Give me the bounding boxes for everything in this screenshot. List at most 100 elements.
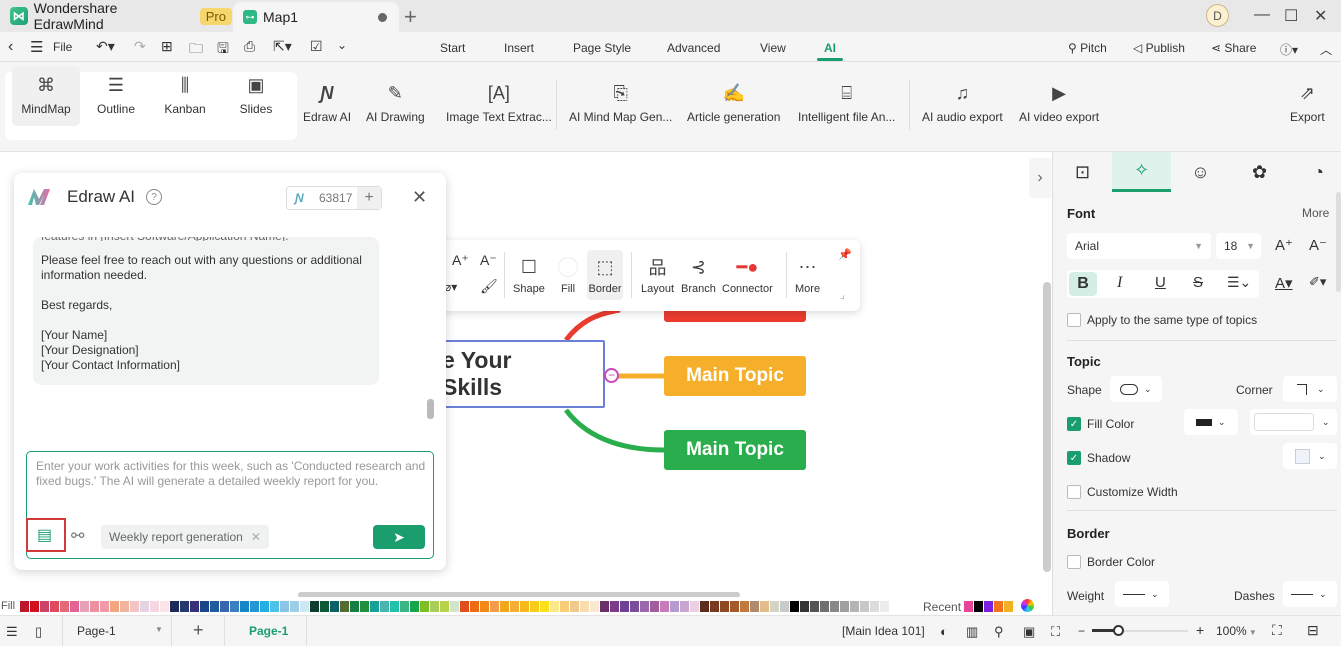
color-swatch[interactable] — [790, 601, 799, 612]
underline-button[interactable]: U — [1155, 274, 1166, 291]
color-swatch[interactable] — [480, 601, 489, 612]
user-avatar[interactable]: D — [1206, 4, 1229, 27]
fullscreen-icon[interactable]: ⛶ — [1272, 622, 1282, 639]
color-swatch[interactable] — [400, 601, 409, 612]
color-swatch[interactable] — [280, 601, 289, 612]
color-swatch[interactable] — [880, 601, 889, 612]
fill-color-picker[interactable]: ⌄ — [1184, 409, 1238, 435]
color-swatch[interactable] — [680, 601, 689, 612]
outline-nav-icon[interactable]: ☰ — [6, 624, 18, 640]
color-swatch[interactable] — [210, 601, 219, 612]
help-icon[interactable]: ⓘ▾ — [1280, 41, 1298, 58]
view-outline[interactable]: ☰ Outline — [82, 66, 150, 126]
collapse-right-panel-button[interactable]: › — [1029, 158, 1051, 198]
topic-shape-select[interactable]: ⌄ — [1110, 376, 1162, 402]
file-menu[interactable]: File — [53, 40, 72, 54]
color-swatch[interactable] — [390, 601, 399, 612]
color-swatch[interactable] — [840, 601, 849, 612]
color-swatch[interactable] — [470, 601, 479, 612]
hamburger-menu-icon[interactable]: ☰ — [30, 38, 43, 56]
color-swatch[interactable] — [820, 601, 829, 612]
pin-icon[interactable]: 📌 — [838, 248, 852, 261]
color-swatch[interactable] — [170, 601, 179, 612]
text-highlight-button[interactable]: ✐▾ — [1309, 274, 1326, 290]
ai-mindmap-gen-button[interactable]: ⎘ AI Mind Map Gen... — [569, 80, 672, 125]
color-swatch[interactable] — [160, 601, 169, 612]
canvas-vertical-scrollbar[interactable] — [1043, 282, 1051, 572]
tab-view[interactable]: View — [760, 41, 786, 55]
app-tab[interactable]: ⋈ Wondershare EdrawMind Pro — [0, 0, 232, 32]
color-swatch[interactable] — [440, 601, 449, 612]
color-swatch[interactable] — [410, 601, 419, 612]
zoom-level-select[interactable]: 100% ▼ — [1216, 624, 1257, 638]
zoom-in-button[interactable]: + — [1196, 622, 1204, 638]
zoom-slider-handle[interactable] — [1112, 625, 1124, 636]
color-swatch[interactable] — [520, 601, 529, 612]
article-generation-button[interactable]: ✍ Article generation — [687, 80, 780, 125]
color-swatch[interactable] — [670, 601, 679, 612]
ai-video-export-button[interactable]: ▶ AI video export — [1019, 80, 1099, 125]
close-ai-panel-button[interactable]: ✕ — [412, 187, 427, 208]
color-swatch[interactable] — [500, 601, 509, 612]
color-swatch[interactable] — [600, 601, 609, 612]
minimize-toolbar-icon[interactable]: ⌟ — [840, 290, 845, 301]
fill-color-checkbox[interactable]: ✓ — [1067, 417, 1081, 431]
color-swatch[interactable] — [40, 601, 49, 612]
shadow-checkbox[interactable]: ✓ — [1067, 451, 1081, 465]
checkin-icon[interactable]: ☑ — [310, 38, 323, 55]
color-swatch[interactable] — [550, 601, 559, 612]
edraw-ai-button[interactable]: Ɲ Edraw AI — [303, 80, 351, 125]
recent-color-swatch[interactable] — [964, 601, 973, 612]
color-swatch[interactable] — [580, 601, 589, 612]
color-swatch[interactable] — [850, 601, 859, 612]
color-swatch[interactable] — [860, 601, 869, 612]
zoom-slider-track[interactable] — [1092, 625, 1188, 636]
new-file-icon[interactable]: ⊞ — [161, 38, 173, 55]
align-button[interactable]: ☰⌄ — [1227, 274, 1251, 291]
redo-icon[interactable]: ↷ — [134, 38, 146, 55]
save-icon[interactable]: 🖫 — [217, 38, 229, 62]
color-swatch[interactable] — [560, 601, 569, 612]
view-kanban[interactable]: ⫼ Kanban — [151, 66, 219, 126]
border-dashes-select[interactable]: ⌄ — [1283, 581, 1337, 607]
tab-ai-style[interactable]: ✧ — [1112, 152, 1171, 192]
color-swatch[interactable] — [110, 601, 119, 612]
color-swatch[interactable] — [340, 601, 349, 612]
minimize-button[interactable]: — — [1254, 6, 1270, 24]
color-swatch[interactable] — [270, 601, 279, 612]
border-weight-select[interactable]: ⌄ — [1115, 581, 1169, 607]
layout-button[interactable]: 品 Layout — [641, 255, 674, 295]
color-swatch[interactable] — [740, 601, 749, 612]
color-swatch[interactable] — [200, 601, 209, 612]
new-tab-button[interactable]: + — [404, 4, 417, 30]
color-swatch[interactable] — [150, 601, 159, 612]
collapse-branch-icon[interactable]: − — [604, 368, 619, 383]
fit-width-icon[interactable]: ⊟ — [1307, 622, 1319, 639]
tab-theme[interactable]: ✿ — [1230, 152, 1289, 192]
undo-icon[interactable]: ↶▾ — [96, 38, 115, 55]
color-swatch[interactable] — [780, 601, 789, 612]
border-color-checkbox[interactable] — [1067, 555, 1081, 569]
export-share-icon[interactable]: ⇱▾ — [273, 38, 292, 55]
shadow-color-picker[interactable]: ⌄ — [1283, 443, 1337, 469]
color-swatch[interactable] — [810, 601, 819, 612]
font-family-select[interactable]: Arial ▼ — [1067, 233, 1211, 259]
color-swatch[interactable] — [250, 601, 259, 612]
color-swatch[interactable] — [30, 601, 39, 612]
color-swatch[interactable] — [140, 601, 149, 612]
tab-advanced[interactable]: Advanced — [667, 41, 720, 55]
main-topic[interactable]: Main Topic — [664, 430, 806, 470]
mindmap-nodes-icon[interactable]: ⚯ — [71, 526, 84, 546]
fit-page-icon[interactable]: ▣ — [1023, 624, 1035, 640]
tab-start[interactable]: Start — [440, 41, 465, 55]
connector-button[interactable]: ━● Connector — [722, 255, 773, 296]
apply-same-type-checkbox[interactable] — [1067, 313, 1081, 327]
color-swatch[interactable] — [380, 601, 389, 612]
color-swatch[interactable] — [540, 601, 549, 612]
color-swatch[interactable] — [190, 601, 199, 612]
color-swatch[interactable] — [350, 601, 359, 612]
page-view-icon[interactable]: ▯ — [35, 624, 42, 640]
template-toggle-button[interactable]: ▤ — [26, 518, 66, 552]
color-swatch[interactable] — [300, 601, 309, 612]
color-swatch[interactable] — [360, 601, 369, 612]
